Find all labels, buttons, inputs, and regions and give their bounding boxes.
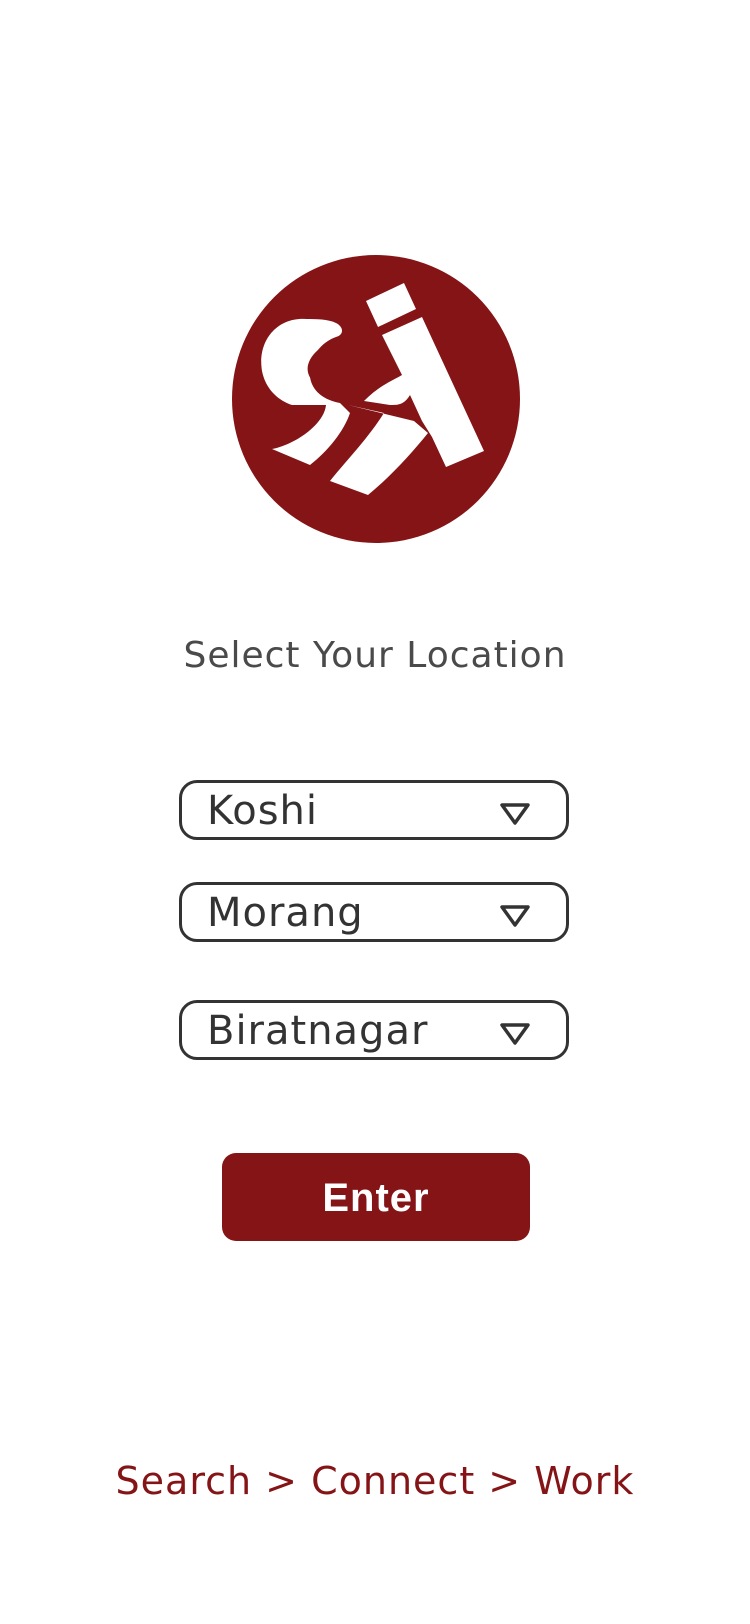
triangle-down-icon [498,1021,532,1047]
city-select[interactable]: Biratnagar [179,1000,569,1060]
province-select[interactable]: Koshi [179,780,569,840]
city-select-value: Biratnagar [207,1008,429,1054]
province-select-value: Koshi [207,788,319,834]
brand-logo-icon [232,255,520,543]
page-title: Select Your Location [183,635,567,676]
triangle-down-icon [498,801,532,827]
enter-button[interactable]: Enter [222,1153,530,1241]
district-select[interactable]: Morang [179,882,569,942]
triangle-down-icon [498,903,532,929]
district-select-value: Morang [207,890,364,936]
tagline: Search > Connect > Work [115,1459,635,1503]
